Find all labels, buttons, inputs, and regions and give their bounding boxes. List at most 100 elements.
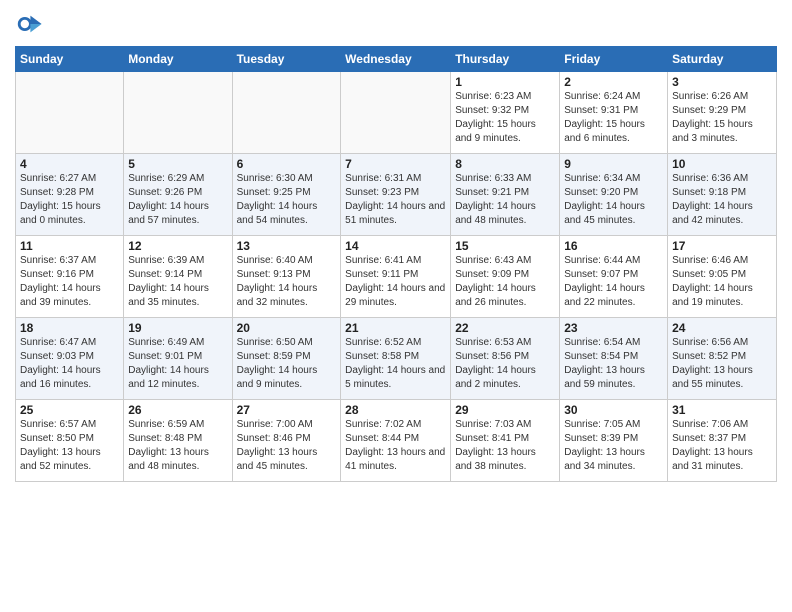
day-cell: 7Sunrise: 6:31 AM Sunset: 9:23 PM Daylig… [341, 154, 451, 236]
week-row-2: 4Sunrise: 6:27 AM Sunset: 9:28 PM Daylig… [16, 154, 777, 236]
day-number: 29 [455, 403, 555, 417]
col-header-sunday: Sunday [16, 47, 124, 72]
day-cell: 8Sunrise: 6:33 AM Sunset: 9:21 PM Daylig… [451, 154, 560, 236]
day-cell: 13Sunrise: 6:40 AM Sunset: 9:13 PM Dayli… [232, 236, 341, 318]
day-info: Sunrise: 6:50 AM Sunset: 8:59 PM Dayligh… [237, 336, 337, 392]
day-info: Sunrise: 6:27 AM Sunset: 9:28 PM Dayligh… [20, 172, 119, 228]
day-cell: 4Sunrise: 6:27 AM Sunset: 9:28 PM Daylig… [16, 154, 124, 236]
day-info: Sunrise: 6:59 AM Sunset: 8:48 PM Dayligh… [128, 418, 227, 474]
day-number: 16 [564, 239, 663, 253]
day-info: Sunrise: 7:02 AM Sunset: 8:44 PM Dayligh… [345, 418, 446, 474]
col-header-monday: Monday [124, 47, 232, 72]
col-header-thursday: Thursday [451, 47, 560, 72]
day-number: 15 [455, 239, 555, 253]
day-number: 6 [237, 157, 337, 171]
day-cell: 17Sunrise: 6:46 AM Sunset: 9:05 PM Dayli… [668, 236, 777, 318]
day-cell: 20Sunrise: 6:50 AM Sunset: 8:59 PM Dayli… [232, 318, 341, 400]
day-number: 18 [20, 321, 119, 335]
day-info: Sunrise: 6:47 AM Sunset: 9:03 PM Dayligh… [20, 336, 119, 392]
day-number: 11 [20, 239, 119, 253]
day-number: 19 [128, 321, 227, 335]
day-cell: 25Sunrise: 6:57 AM Sunset: 8:50 PM Dayli… [16, 400, 124, 482]
col-header-wednesday: Wednesday [341, 47, 451, 72]
day-cell: 31Sunrise: 7:06 AM Sunset: 8:37 PM Dayli… [668, 400, 777, 482]
day-cell: 9Sunrise: 6:34 AM Sunset: 9:20 PM Daylig… [560, 154, 668, 236]
day-info: Sunrise: 6:41 AM Sunset: 9:11 PM Dayligh… [345, 254, 446, 310]
day-cell: 18Sunrise: 6:47 AM Sunset: 9:03 PM Dayli… [16, 318, 124, 400]
day-cell: 23Sunrise: 6:54 AM Sunset: 8:54 PM Dayli… [560, 318, 668, 400]
col-header-tuesday: Tuesday [232, 47, 341, 72]
day-info: Sunrise: 6:23 AM Sunset: 9:32 PM Dayligh… [455, 90, 555, 146]
day-info: Sunrise: 6:53 AM Sunset: 8:56 PM Dayligh… [455, 336, 555, 392]
day-cell: 26Sunrise: 6:59 AM Sunset: 8:48 PM Dayli… [124, 400, 232, 482]
day-number: 25 [20, 403, 119, 417]
day-number: 26 [128, 403, 227, 417]
day-number: 7 [345, 157, 446, 171]
day-number: 14 [345, 239, 446, 253]
day-number: 31 [672, 403, 772, 417]
day-info: Sunrise: 6:30 AM Sunset: 9:25 PM Dayligh… [237, 172, 337, 228]
day-number: 21 [345, 321, 446, 335]
day-number: 17 [672, 239, 772, 253]
day-number: 27 [237, 403, 337, 417]
day-number: 1 [455, 75, 555, 89]
day-cell: 24Sunrise: 6:56 AM Sunset: 8:52 PM Dayli… [668, 318, 777, 400]
day-number: 24 [672, 321, 772, 335]
day-info: Sunrise: 6:36 AM Sunset: 9:18 PM Dayligh… [672, 172, 772, 228]
week-row-4: 18Sunrise: 6:47 AM Sunset: 9:03 PM Dayli… [16, 318, 777, 400]
day-info: Sunrise: 6:24 AM Sunset: 9:31 PM Dayligh… [564, 90, 663, 146]
day-number: 10 [672, 157, 772, 171]
day-number: 30 [564, 403, 663, 417]
day-info: Sunrise: 6:54 AM Sunset: 8:54 PM Dayligh… [564, 336, 663, 392]
day-cell: 15Sunrise: 6:43 AM Sunset: 9:09 PM Dayli… [451, 236, 560, 318]
day-info: Sunrise: 6:37 AM Sunset: 9:16 PM Dayligh… [20, 254, 119, 310]
day-info: Sunrise: 6:33 AM Sunset: 9:21 PM Dayligh… [455, 172, 555, 228]
day-number: 5 [128, 157, 227, 171]
day-info: Sunrise: 6:39 AM Sunset: 9:14 PM Dayligh… [128, 254, 227, 310]
day-cell: 16Sunrise: 6:44 AM Sunset: 9:07 PM Dayli… [560, 236, 668, 318]
day-info: Sunrise: 6:52 AM Sunset: 8:58 PM Dayligh… [345, 336, 446, 392]
day-cell [16, 72, 124, 154]
day-number: 20 [237, 321, 337, 335]
day-number: 12 [128, 239, 227, 253]
day-info: Sunrise: 7:03 AM Sunset: 8:41 PM Dayligh… [455, 418, 555, 474]
day-info: Sunrise: 7:06 AM Sunset: 8:37 PM Dayligh… [672, 418, 772, 474]
week-row-5: 25Sunrise: 6:57 AM Sunset: 8:50 PM Dayli… [16, 400, 777, 482]
day-info: Sunrise: 6:44 AM Sunset: 9:07 PM Dayligh… [564, 254, 663, 310]
day-info: Sunrise: 6:29 AM Sunset: 9:26 PM Dayligh… [128, 172, 227, 228]
day-cell: 22Sunrise: 6:53 AM Sunset: 8:56 PM Dayli… [451, 318, 560, 400]
day-info: Sunrise: 6:26 AM Sunset: 9:29 PM Dayligh… [672, 90, 772, 146]
day-number: 22 [455, 321, 555, 335]
day-cell: 19Sunrise: 6:49 AM Sunset: 9:01 PM Dayli… [124, 318, 232, 400]
day-cell: 10Sunrise: 6:36 AM Sunset: 9:18 PM Dayli… [668, 154, 777, 236]
day-number: 9 [564, 157, 663, 171]
day-number: 23 [564, 321, 663, 335]
day-cell: 2Sunrise: 6:24 AM Sunset: 9:31 PM Daylig… [560, 72, 668, 154]
day-cell: 6Sunrise: 6:30 AM Sunset: 9:25 PM Daylig… [232, 154, 341, 236]
day-number: 3 [672, 75, 772, 89]
day-cell: 28Sunrise: 7:02 AM Sunset: 8:44 PM Dayli… [341, 400, 451, 482]
col-header-friday: Friday [560, 47, 668, 72]
day-info: Sunrise: 7:05 AM Sunset: 8:39 PM Dayligh… [564, 418, 663, 474]
header [15, 10, 777, 38]
day-number: 13 [237, 239, 337, 253]
day-info: Sunrise: 6:56 AM Sunset: 8:52 PM Dayligh… [672, 336, 772, 392]
day-info: Sunrise: 6:43 AM Sunset: 9:09 PM Dayligh… [455, 254, 555, 310]
col-header-saturday: Saturday [668, 47, 777, 72]
day-number: 2 [564, 75, 663, 89]
day-cell: 11Sunrise: 6:37 AM Sunset: 9:16 PM Dayli… [16, 236, 124, 318]
day-info: Sunrise: 6:34 AM Sunset: 9:20 PM Dayligh… [564, 172, 663, 228]
day-cell [124, 72, 232, 154]
day-info: Sunrise: 7:00 AM Sunset: 8:46 PM Dayligh… [237, 418, 337, 474]
logo-icon [15, 10, 43, 38]
day-cell: 1Sunrise: 6:23 AM Sunset: 9:32 PM Daylig… [451, 72, 560, 154]
day-cell: 14Sunrise: 6:41 AM Sunset: 9:11 PM Dayli… [341, 236, 451, 318]
day-cell: 12Sunrise: 6:39 AM Sunset: 9:14 PM Dayli… [124, 236, 232, 318]
day-cell: 30Sunrise: 7:05 AM Sunset: 8:39 PM Dayli… [560, 400, 668, 482]
header-row: SundayMondayTuesdayWednesdayThursdayFrid… [16, 47, 777, 72]
day-info: Sunrise: 6:31 AM Sunset: 9:23 PM Dayligh… [345, 172, 446, 228]
day-info: Sunrise: 6:49 AM Sunset: 9:01 PM Dayligh… [128, 336, 227, 392]
day-cell: 5Sunrise: 6:29 AM Sunset: 9:26 PM Daylig… [124, 154, 232, 236]
day-cell [341, 72, 451, 154]
day-info: Sunrise: 6:40 AM Sunset: 9:13 PM Dayligh… [237, 254, 337, 310]
